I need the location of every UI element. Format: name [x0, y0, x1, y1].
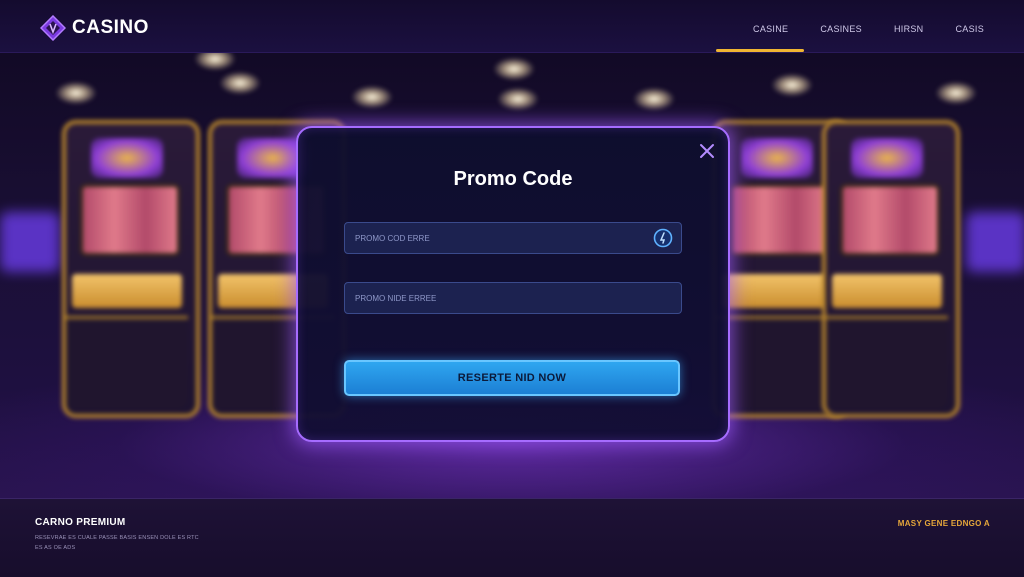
info-icon[interactable] [653, 228, 673, 248]
nav-active-indicator [716, 49, 804, 52]
ceiling-light [634, 88, 674, 110]
ceiling-light [195, 52, 235, 70]
second-code-field[interactable] [344, 282, 682, 314]
nav-link-2[interactable]: CASINES [820, 24, 862, 34]
logo-text: CASINO [72, 17, 149, 38]
close-icon[interactable] [698, 142, 716, 160]
nav-link-4[interactable]: CASIS [955, 24, 984, 34]
footer-text-line-2: ES AS OE ADS [35, 545, 76, 551]
promo-code-field[interactable] [344, 222, 682, 254]
modal-title: Promo Code [453, 168, 573, 190]
side-glow [0, 212, 60, 272]
main-nav: CASINE CASINES HIRSN CASIS [753, 24, 984, 34]
ceiling-light [936, 82, 976, 104]
ceiling-light [494, 58, 534, 80]
nav-link-3[interactable]: HIRSN [894, 24, 924, 34]
side-glow [966, 212, 1024, 272]
promo-code-modal: Promo Code RESERTE NID NOW [296, 126, 730, 442]
ceiling-light [498, 88, 538, 110]
ceiling-light [220, 72, 260, 94]
logo[interactable]: CASINO [40, 15, 149, 41]
footer-text-line-1: RESEVRAE ES CUALE PASSE BASIS ENSEN DOLE… [35, 535, 199, 541]
redeem-now-button[interactable]: RESERTE NID NOW [344, 360, 680, 396]
footer-right-text[interactable]: MASY GENE EDNGO A [898, 519, 990, 528]
promo-code-input[interactable] [345, 223, 635, 253]
slot-machine [62, 120, 200, 418]
footer-title: CARNO PREMIUM [35, 517, 126, 528]
ceiling-light [56, 82, 96, 104]
nav-link-1[interactable]: CASINE [753, 24, 788, 34]
top-navigation-bar: CASINO CASINE CASINES HIRSN CASIS [0, 0, 1024, 53]
diamond-logo-icon [40, 15, 66, 41]
footer: CARNO PREMIUM RESEVRAE ES CUALE PASSE BA… [0, 498, 1024, 577]
ceiling-light [772, 74, 812, 96]
second-code-input[interactable] [345, 283, 635, 313]
slot-machine [822, 120, 960, 418]
ceiling-light [352, 86, 392, 108]
